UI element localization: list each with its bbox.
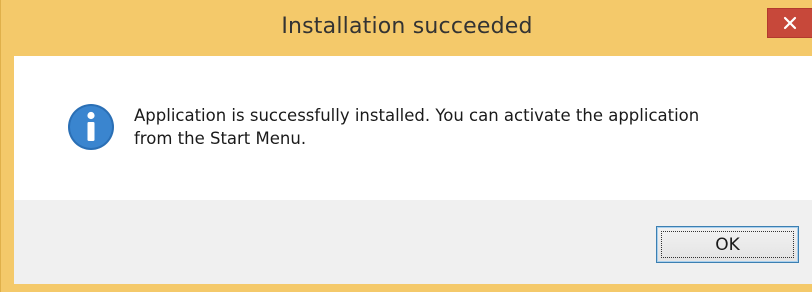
message-text: Application is successfully installed. Y… xyxy=(134,104,784,150)
window-bottom-border xyxy=(1,284,812,292)
message-panel: Application is successfully installed. Y… xyxy=(14,56,812,200)
ok-button-label: OK xyxy=(715,234,740,255)
close-button[interactable] xyxy=(767,8,812,38)
close-icon xyxy=(783,16,797,30)
ok-button[interactable]: OK xyxy=(656,226,799,263)
info-icon xyxy=(68,104,114,150)
installation-dialog: Installation succeeded Application is su… xyxy=(0,0,812,292)
title-bar[interactable]: Installation succeeded xyxy=(1,0,812,56)
message-line-1: Application is successfully installed. Y… xyxy=(134,106,700,125)
dialog-content: Application is successfully installed. Y… xyxy=(14,56,812,284)
message-line-2: from the Start Menu. xyxy=(134,129,307,148)
dialog-title: Installation succeeded xyxy=(281,14,533,39)
button-panel: OK xyxy=(14,200,812,284)
